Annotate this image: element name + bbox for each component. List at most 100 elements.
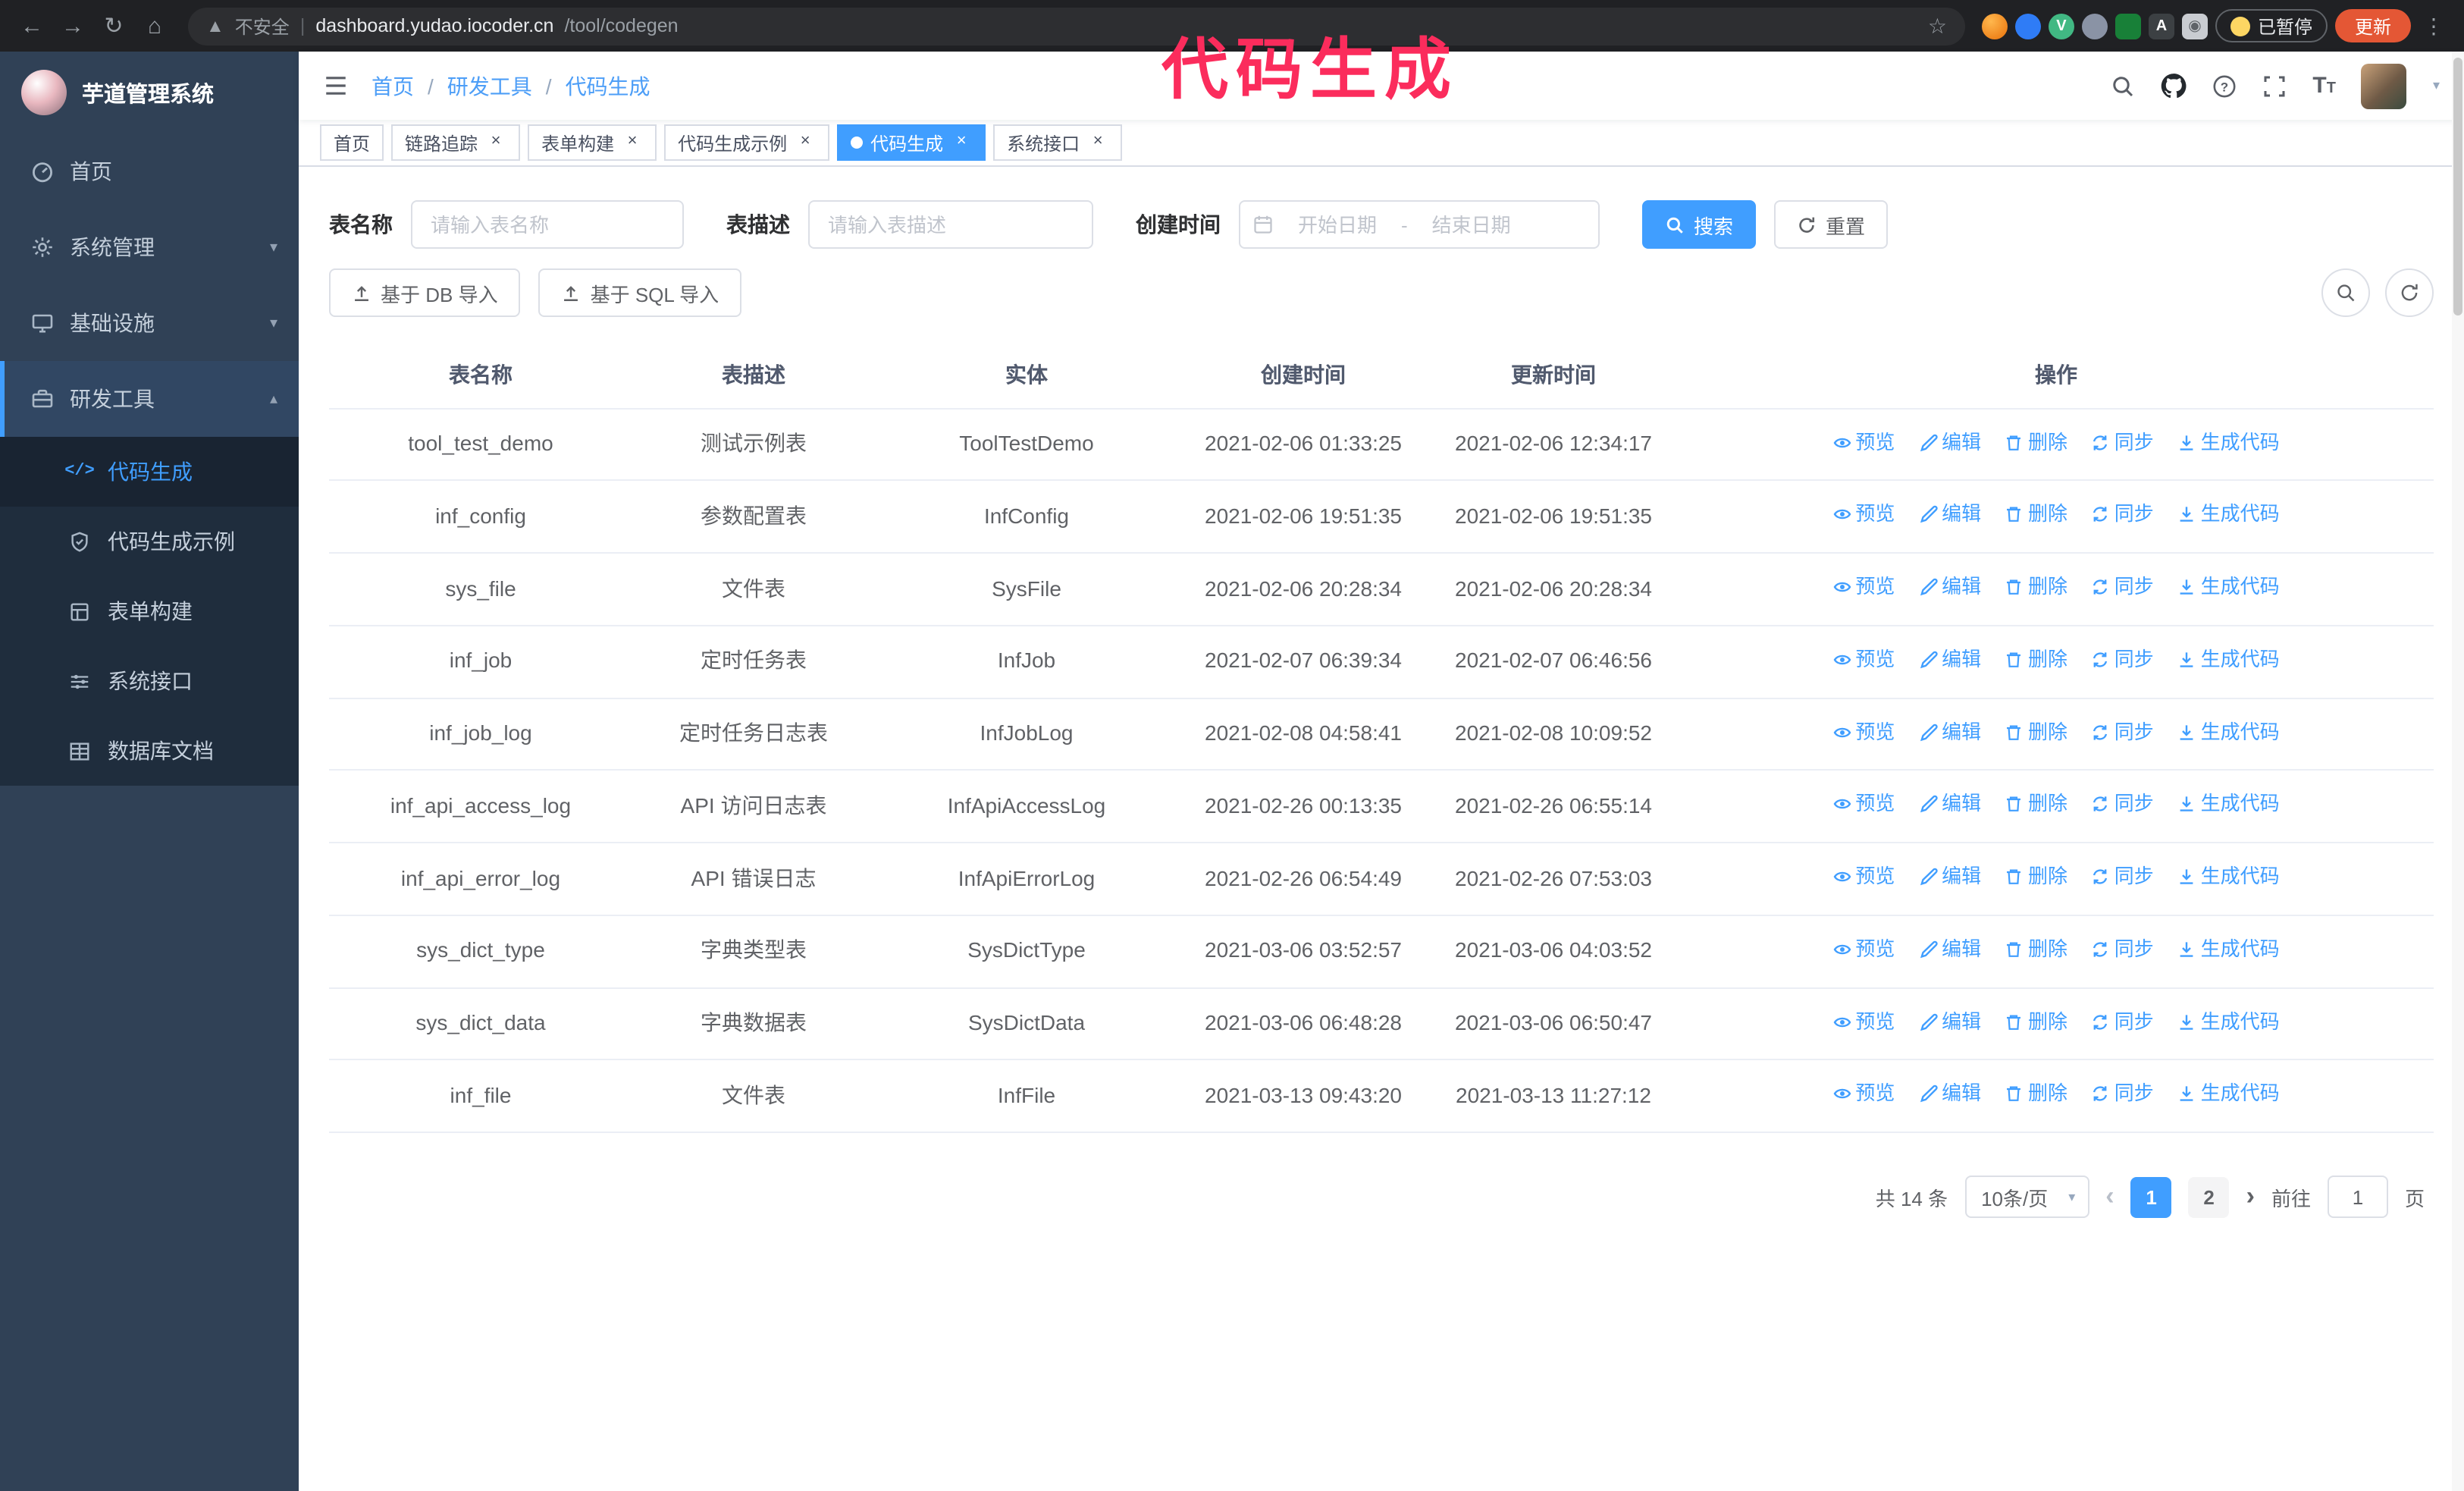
start-date-input[interactable]: [1280, 213, 1395, 236]
sync-link[interactable]: 同步: [2092, 500, 2154, 530]
back-button[interactable]: ←: [15, 13, 49, 39]
sidebar-item-dev-tools[interactable]: 研发工具 ▴: [0, 361, 299, 437]
fullscreen-icon[interactable]: [2262, 74, 2287, 98]
generate-code-link[interactable]: 生成代码: [2178, 934, 2280, 965]
close-icon[interactable]: ×: [1087, 132, 1108, 153]
import-sql-button[interactable]: 基于 SQL 导入: [538, 268, 742, 317]
forward-button[interactable]: →: [56, 13, 89, 39]
delete-link[interactable]: 删除: [2005, 1006, 2067, 1037]
preview-link[interactable]: 预览: [1832, 572, 1895, 602]
reload-button[interactable]: ↻: [97, 12, 130, 39]
avatar-caret-icon[interactable]: ▾: [2433, 77, 2440, 94]
sidebar-item-infra[interactable]: 基础设施 ▾: [0, 285, 299, 361]
preview-link[interactable]: 预览: [1832, 934, 1895, 965]
browser-menu-icon[interactable]: ⋮: [2419, 13, 2449, 39]
sidebar-item-home[interactable]: 首页: [0, 133, 299, 209]
close-icon[interactable]: ×: [485, 132, 506, 153]
tab-codegen[interactable]: 代码生成 ×: [837, 124, 986, 161]
preview-link[interactable]: 预览: [1832, 500, 1895, 530]
preview-link[interactable]: 预览: [1832, 789, 1895, 820]
search-button[interactable]: 搜索: [1642, 200, 1757, 249]
page-size-select[interactable]: 10条/页 ▾: [1964, 1176, 2089, 1218]
date-range-picker[interactable]: -: [1239, 200, 1600, 249]
delete-link[interactable]: 删除: [2005, 717, 2067, 747]
import-db-button[interactable]: 基于 DB 导入: [329, 268, 521, 317]
update-button[interactable]: 更新: [2334, 9, 2411, 42]
edit-link[interactable]: 编辑: [1919, 1006, 1981, 1037]
generate-code-link[interactable]: 生成代码: [2178, 572, 2280, 602]
table-desc-input[interactable]: [808, 200, 1093, 249]
goto-page-input[interactable]: [2327, 1176, 2388, 1218]
breadcrumb-dev-tools[interactable]: 研发工具: [447, 71, 532, 101]
delete-link[interactable]: 删除: [2005, 862, 2067, 892]
page-button-1[interactable]: 1: [2130, 1176, 2172, 1217]
extension-icon-2[interactable]: [2014, 13, 2041, 39]
generate-code-link[interactable]: 生成代码: [2178, 789, 2280, 820]
close-icon[interactable]: ×: [951, 132, 972, 153]
preview-link[interactable]: 预览: [1832, 1079, 1895, 1110]
edit-link[interactable]: 编辑: [1919, 572, 1981, 602]
delete-link[interactable]: 删除: [2005, 1079, 2067, 1110]
sidebar-item-codegen-example[interactable]: 代码生成示例: [0, 507, 299, 576]
next-page-button[interactable]: ›: [2246, 1182, 2255, 1212]
sync-link[interactable]: 同步: [2092, 572, 2154, 602]
search-icon[interactable]: [2111, 74, 2135, 98]
bookmark-star-icon[interactable]: ☆: [1928, 13, 1947, 39]
close-icon[interactable]: ×: [795, 132, 816, 153]
address-bar[interactable]: ▲︎ 不安全 | dashboard.yudao.iocoder.cn /too…: [188, 7, 1965, 45]
reset-button[interactable]: 重置: [1774, 200, 1889, 249]
sync-link[interactable]: 同步: [2092, 427, 2154, 457]
user-avatar[interactable]: [2361, 63, 2407, 108]
extension-icon-5[interactable]: [2114, 13, 2141, 39]
table-name-input[interactable]: [411, 200, 684, 249]
extension-icon-4[interactable]: [2081, 13, 2108, 39]
extension-icon-3[interactable]: V: [2048, 13, 2074, 39]
generate-code-link[interactable]: 生成代码: [2178, 1006, 2280, 1037]
generate-code-link[interactable]: 生成代码: [2178, 500, 2280, 530]
preview-link[interactable]: 预览: [1832, 717, 1895, 747]
scrollbar-thumb[interactable]: [2453, 58, 2462, 315]
toggle-search-button[interactable]: [2321, 268, 2370, 317]
end-date-input[interactable]: [1413, 213, 1529, 236]
extension-icon-6[interactable]: A: [2148, 13, 2174, 39]
generate-code-link[interactable]: 生成代码: [2178, 862, 2280, 892]
page-button-2[interactable]: 2: [2188, 1176, 2230, 1217]
github-icon[interactable]: [2161, 73, 2187, 99]
preview-link[interactable]: 预览: [1832, 645, 1895, 675]
generate-code-link[interactable]: 生成代码: [2178, 1079, 2280, 1110]
menu-fold-icon[interactable]: [323, 73, 349, 99]
breadcrumb-home[interactable]: 首页: [371, 71, 414, 101]
tab-system-api[interactable]: 系统接口 ×: [993, 124, 1123, 161]
help-icon[interactable]: ?: [2212, 74, 2237, 98]
sidebar-item-db-doc[interactable]: 数据库文档: [0, 716, 299, 786]
tab-home[interactable]: 首页: [320, 124, 384, 161]
delete-link[interactable]: 删除: [2005, 427, 2067, 457]
sync-link[interactable]: 同步: [2092, 1006, 2154, 1037]
delete-link[interactable]: 删除: [2005, 789, 2067, 820]
refresh-table-button[interactable]: [2385, 268, 2434, 317]
edit-link[interactable]: 编辑: [1919, 500, 1981, 530]
delete-link[interactable]: 删除: [2005, 645, 2067, 675]
edit-link[interactable]: 编辑: [1919, 862, 1981, 892]
paused-badge[interactable]: 已暂停: [2215, 9, 2328, 42]
preview-link[interactable]: 预览: [1832, 427, 1895, 457]
sidebar-item-system[interactable]: 系统管理 ▾: [0, 209, 299, 285]
font-size-icon[interactable]: TT: [2312, 73, 2336, 99]
sync-link[interactable]: 同步: [2092, 789, 2154, 820]
edit-link[interactable]: 编辑: [1919, 934, 1981, 965]
delete-link[interactable]: 删除: [2005, 572, 2067, 602]
sync-link[interactable]: 同步: [2092, 862, 2154, 892]
page-scrollbar[interactable]: [2452, 52, 2464, 1491]
sync-link[interactable]: 同步: [2092, 717, 2154, 747]
sync-link[interactable]: 同步: [2092, 645, 2154, 675]
close-icon[interactable]: ×: [622, 132, 643, 153]
delete-link[interactable]: 删除: [2005, 934, 2067, 965]
edit-link[interactable]: 编辑: [1919, 717, 1981, 747]
generate-code-link[interactable]: 生成代码: [2178, 645, 2280, 675]
edit-link[interactable]: 编辑: [1919, 427, 1981, 457]
preview-link[interactable]: 预览: [1832, 1006, 1895, 1037]
extension-icon-1[interactable]: [1981, 13, 2008, 39]
prev-page-button[interactable]: ‹: [2105, 1182, 2114, 1212]
sidebar-item-system-api[interactable]: 系统接口: [0, 646, 299, 716]
sidebar-item-form-builder[interactable]: 表单构建: [0, 576, 299, 646]
